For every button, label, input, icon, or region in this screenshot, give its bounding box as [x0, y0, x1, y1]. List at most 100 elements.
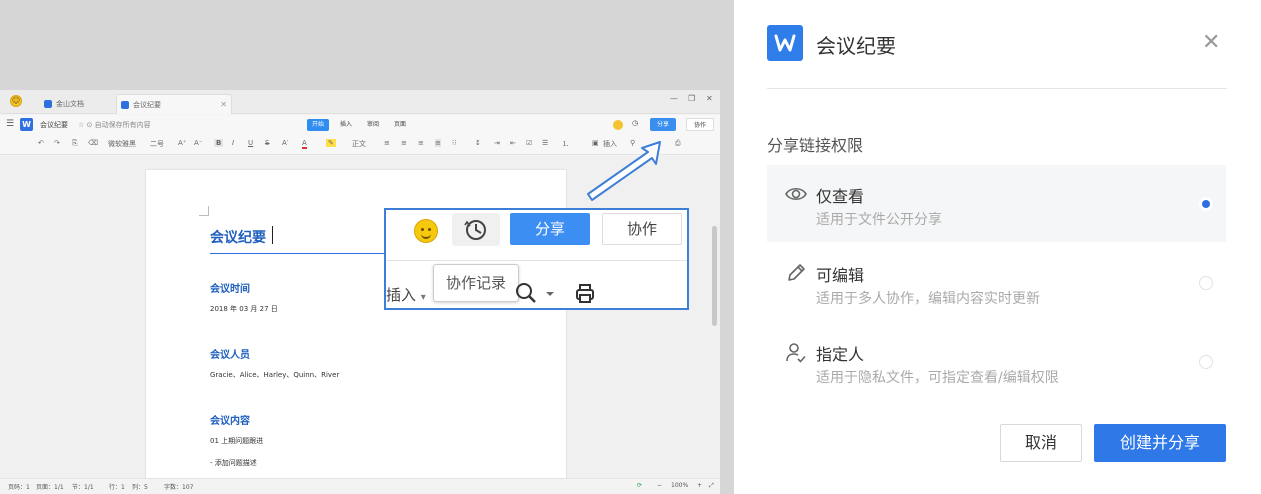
doc-name[interactable]: 会议纪要	[40, 120, 68, 130]
history-icon[interactable]: ◷	[632, 119, 638, 127]
zoom-out-icon[interactable]: −	[657, 482, 662, 489]
align-center-icon[interactable]: ≡	[401, 139, 407, 147]
print-icon[interactable]: ⎙	[675, 139, 681, 148]
tab-bar: ☺ 金山文档 会议纪要 ✕ — ❐ ✕	[0, 90, 720, 114]
history-icon	[464, 220, 486, 240]
zoom-in-icon[interactable]: +	[697, 482, 702, 489]
section-heading-content[interactable]: 会议内容	[210, 412, 250, 427]
option-title: 指定人	[816, 345, 865, 364]
tab-label: 会议纪要	[133, 101, 161, 109]
close-window-button[interactable]: ✕	[706, 94, 713, 103]
zoom-callout: 分享 协作 插入 ▾ 协作记录	[384, 208, 689, 310]
tab-kingsoft-docs[interactable]: 金山文档	[40, 94, 114, 114]
line-spacing-icon[interactable]: ↕	[475, 139, 481, 147]
indent-icon[interactable]: ⇥	[494, 139, 500, 147]
shrink-font-icon[interactable]: A⁻	[194, 139, 202, 147]
option-specified-people[interactable]: 指定人 适用于隐私文件，可指定查看/编辑权限	[767, 323, 1226, 400]
insert-label: 插入	[386, 286, 417, 304]
user-check-icon	[786, 343, 806, 363]
cancel-button[interactable]: 取消	[1000, 424, 1082, 462]
outdent-icon[interactable]: ⇤	[510, 139, 516, 147]
radio-selected[interactable]	[1199, 197, 1213, 211]
font-size-select[interactable]: 二号	[150, 139, 164, 149]
collab-button-small[interactable]: 协作	[686, 118, 715, 131]
text-caret	[272, 226, 273, 244]
option-view-only[interactable]: 仅查看 适用于文件公开分享	[767, 165, 1226, 242]
menu-tab-review[interactable]: 审阅	[362, 119, 384, 131]
section-text[interactable]: 01 上期问题跟进	[210, 436, 263, 446]
divider	[386, 260, 687, 261]
dialog-title: 会议纪要	[816, 34, 896, 58]
emoji-icon[interactable]	[613, 120, 623, 130]
underline-icon[interactable]: U	[248, 139, 253, 147]
share-button[interactable]: 分享	[510, 213, 590, 245]
title-underline	[210, 253, 384, 254]
menu-bar: ☰ W 会议纪要 ☆ ⊙ 自动保存所有内容 开始 插入 审阅 页面 ◷ 分享 协…	[0, 115, 720, 135]
share-button-small[interactable]: 分享	[650, 118, 677, 131]
print-icon[interactable]	[574, 283, 596, 305]
highlight-icon[interactable]: ✎	[326, 139, 336, 147]
italic-icon[interactable]: I	[232, 139, 234, 147]
section-heading-time[interactable]: 会议时间	[210, 280, 250, 295]
wps-writer-logo	[767, 25, 803, 61]
avatar[interactable]: ☺	[10, 95, 22, 107]
bold-icon[interactable]: B	[214, 139, 224, 147]
section-text[interactable]: - 添加问题描述	[210, 458, 257, 468]
radio-unselected[interactable]	[1199, 355, 1213, 369]
font-color-icon[interactable]: A	[302, 139, 307, 149]
status-page: 页码：1	[8, 484, 30, 491]
menu-tab-insert[interactable]: 插入	[335, 119, 357, 131]
tab-label: 金山文档	[56, 100, 84, 108]
emoji-icon[interactable]	[414, 219, 438, 243]
status-row: 行：1	[109, 484, 125, 491]
status-words: 字数：107	[164, 484, 194, 491]
grow-font-icon[interactable]: A⁺	[178, 139, 186, 147]
align-right-icon[interactable]: ≡	[418, 139, 424, 147]
menu-tab-page[interactable]: 页面	[389, 119, 411, 131]
document-title[interactable]: 会议纪要	[210, 227, 266, 247]
font-family-select[interactable]: 微软雅黑	[108, 139, 136, 149]
minimize-button[interactable]: —	[670, 94, 678, 103]
option-desc: 适用于隐私文件，可指定查看/编辑权限	[816, 370, 1059, 386]
option-title: 可编辑	[816, 266, 865, 285]
menu-tab-home[interactable]: 开始	[307, 119, 330, 131]
distribute-icon[interactable]: ⁝⁝	[452, 139, 456, 147]
hamburger-menu-icon[interactable]: ☰	[6, 119, 14, 129]
option-editable[interactable]: 可编辑 适用于多人协作，编辑内容实时更新	[767, 244, 1226, 321]
option-desc: 适用于多人协作，编辑内容实时更新	[816, 291, 1040, 307]
checklist-icon[interactable]: ☑	[526, 139, 532, 147]
wps-writer-icon	[121, 101, 129, 109]
redo-icon[interactable]: ↷	[54, 139, 60, 147]
close-icon[interactable]: ✕	[220, 95, 227, 115]
undo-icon[interactable]: ↶	[38, 139, 44, 147]
fit-page-icon[interactable]: ⤢	[709, 482, 714, 490]
section-text[interactable]: Gracie、Alice、Harley、Quinn、River	[210, 370, 339, 380]
insert-dropdown[interactable]: 插入 ▾	[386, 284, 426, 305]
section-text[interactable]: 2018 年 03 月 27 日	[210, 304, 278, 314]
maximize-button[interactable]: ❐	[688, 94, 695, 103]
format-painter-icon[interactable]: ⎘	[72, 139, 78, 148]
vertical-scrollbar[interactable]	[712, 226, 717, 326]
numbered-list-icon[interactable]: ⒈	[562, 139, 569, 149]
sync-icon[interactable]: ⟳	[637, 482, 642, 489]
align-left-icon[interactable]: ≡	[384, 139, 390, 147]
status-col: 列：5	[132, 484, 148, 491]
option-desc: 适用于文件公开分享	[816, 212, 942, 228]
style-select[interactable]: 正文	[352, 139, 366, 149]
divider	[767, 88, 1227, 89]
collab-button[interactable]: 协作	[602, 213, 682, 245]
create-and-share-button[interactable]: 创建并分享	[1094, 424, 1226, 462]
section-heading-attendees[interactable]: 会议人员	[210, 346, 250, 361]
history-button[interactable]	[452, 213, 500, 246]
bullet-list-icon[interactable]: ☰	[542, 139, 548, 147]
justify-icon[interactable]: ≡	[435, 139, 441, 147]
zoom-level[interactable]: 100%	[671, 482, 688, 489]
eraser-icon[interactable]: ⌫	[88, 139, 98, 147]
superscript-icon[interactable]: A′	[282, 139, 288, 147]
tab-meeting-minutes[interactable]: 会议纪要 ✕	[116, 94, 232, 114]
search-icon[interactable]	[514, 280, 564, 306]
strikethrough-icon[interactable]: S	[265, 139, 269, 147]
close-icon[interactable]: ✕	[1202, 32, 1220, 54]
radio-unselected[interactable]	[1199, 276, 1213, 290]
pencil-icon	[788, 264, 805, 281]
